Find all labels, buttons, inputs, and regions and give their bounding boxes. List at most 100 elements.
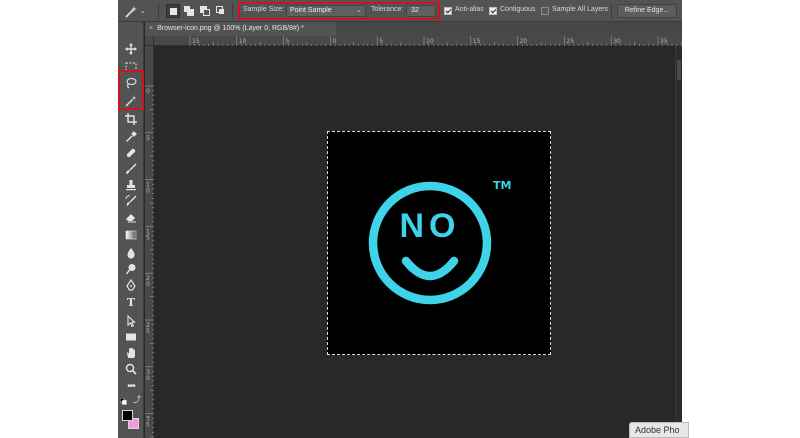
dodge-icon (125, 264, 136, 275)
crop-icon (125, 113, 137, 125)
history-brush-tool[interactable] (122, 194, 140, 208)
refine-edge-button[interactable]: Refine Edge... (617, 4, 677, 18)
more-tools-button[interactable]: ••• (122, 380, 140, 394)
crop-tool[interactable] (122, 112, 140, 126)
sample-size-select[interactable]: Point Sample ⌄ (286, 5, 366, 17)
document-title: Browser-icon.png @ 100% (Layer 0, RGB/8#… (157, 25, 304, 32)
eyedropper-tool[interactable] (122, 130, 140, 144)
tolerance-input[interactable]: 32 (406, 5, 436, 17)
tool-highlight (118, 70, 144, 110)
scrollbar-thumb[interactable] (677, 60, 681, 80)
ruler-label: 0 (332, 38, 336, 45)
blur-icon (127, 248, 135, 259)
document-tab[interactable]: × Browser-icon.png @ 100% (Layer 0, RGB/8… (145, 22, 336, 36)
ruler-label: 25 (566, 38, 574, 45)
type-icon: T (126, 296, 136, 309)
type-tool[interactable]: T (122, 296, 140, 310)
intersect-selection-button[interactable] (214, 4, 228, 18)
anti-alias-checkbox[interactable] (444, 7, 452, 15)
gradient-tool[interactable] (122, 228, 140, 242)
foreground-color-swatch[interactable] (122, 410, 133, 421)
gradient-icon (125, 230, 137, 240)
ruler-label: 0 (146, 88, 150, 95)
options-bar: ⌄ Sample Size: Point Sample ⌄ Tolerance: (118, 0, 682, 22)
ruler-label: 5 (379, 38, 383, 45)
chevron-down-icon: ⌄ (356, 7, 362, 14)
rectangle-icon (126, 333, 136, 341)
ruler-label: 30 (613, 38, 621, 45)
ruler-label: 10 (239, 38, 247, 45)
horizontal-ruler-ticks: 15 10 5 0 5 10 15 20 25 30 35 (189, 36, 682, 46)
zoom-icon (125, 363, 137, 375)
subtract-from-selection-button[interactable] (198, 4, 212, 18)
eyedropper-icon (125, 131, 137, 143)
ruler-label: 0 (146, 281, 150, 288)
close-tab-icon[interactable]: × (149, 25, 153, 32)
divider (611, 3, 612, 19)
add-to-selection-button[interactable] (182, 4, 196, 18)
default-colors-button[interactable] (119, 396, 129, 406)
move-tool[interactable] (122, 42, 140, 56)
horizontal-ruler[interactable]: 15 10 5 0 5 10 15 20 25 30 35 (154, 36, 682, 46)
sample-all-layers-label: Sample All Layers (552, 6, 609, 13)
ruler-label: 20 (520, 38, 528, 45)
vertical-scrollbar[interactable] (675, 46, 682, 438)
ruler-label: 5 (146, 422, 150, 429)
path-selection-tool[interactable] (122, 314, 140, 328)
zoom-tool[interactable] (122, 362, 140, 376)
selection-marquee (327, 131, 551, 355)
divider (232, 3, 233, 19)
document-tab-bar: × Browser-icon.png @ 100% (Layer 0, RGB/8… (145, 22, 682, 36)
eraser-tool[interactable] (122, 210, 140, 224)
healing-brush-tool[interactable] (122, 146, 140, 160)
tolerance-label: Tolerance: (371, 6, 404, 13)
ruler-label: 0 (146, 188, 150, 195)
ruler-label: 5 (146, 234, 150, 241)
brush-icon (126, 163, 137, 174)
swap-colors-button[interactable]: ⤴ (132, 396, 142, 406)
sample-size-value: Point Sample (290, 7, 332, 14)
vertical-ruler-ticks: 05101520253035 (145, 85, 154, 438)
contiguous-label: Contiguous (500, 6, 536, 13)
dodge-tool[interactable] (122, 262, 140, 276)
vertical-ruler[interactable]: 05101520253035 (145, 46, 154, 438)
contiguous-checkbox[interactable] (489, 7, 497, 15)
new-selection-button[interactable] (166, 4, 180, 18)
sample-settings-highlight: Sample Size: Point Sample ⌄ Tolerance: 3… (238, 2, 440, 20)
ruler-label: 15 (473, 38, 481, 45)
blur-tool[interactable] (122, 246, 140, 260)
tool-preset-picker[interactable]: ⌄ (124, 3, 152, 19)
rectangle-tool[interactable] (122, 330, 140, 344)
ruler-origin[interactable] (145, 36, 154, 46)
healing-brush-icon (126, 148, 136, 158)
ruler-label: 5 (146, 135, 150, 142)
pen-tool[interactable] (122, 278, 140, 292)
hand-tool[interactable] (122, 346, 140, 360)
default-colors-icon (119, 397, 127, 405)
path-selection-icon (127, 314, 136, 328)
anti-alias-label: Anti-alias (455, 6, 484, 13)
magic-wand-icon (125, 5, 137, 18)
new-selection-icon (170, 8, 177, 15)
canvas-area[interactable]: NO TM (154, 46, 675, 438)
pen-icon (126, 278, 136, 291)
ruler-label: 5 (146, 328, 150, 335)
move-icon (125, 43, 137, 55)
eraser-icon (126, 214, 136, 223)
sample-all-layers-checkbox[interactable] (541, 7, 549, 15)
ruler-label: 10 (426, 38, 434, 45)
ruler-label: 5 (286, 38, 290, 45)
ruler-label: 35 (660, 38, 668, 45)
clone-stamp-tool[interactable] (122, 178, 140, 192)
swap-colors-icon: ⤴ (133, 395, 141, 404)
hand-icon (127, 347, 135, 358)
photoshop-window: ⌄ Sample Size: Point Sample ⌄ Tolerance: (118, 0, 682, 438)
more-tools-icon: ••• (127, 381, 135, 392)
history-brush-icon (125, 195, 137, 206)
divider (158, 3, 159, 19)
brush-tool[interactable] (122, 162, 140, 176)
sample-size-label: Sample Size: (243, 6, 285, 13)
adobe-notification[interactable]: Adobe Pho (629, 422, 689, 438)
chevron-down-icon: ⌄ (140, 7, 146, 15)
tools-panel: T ••• ⤴ (118, 22, 144, 438)
